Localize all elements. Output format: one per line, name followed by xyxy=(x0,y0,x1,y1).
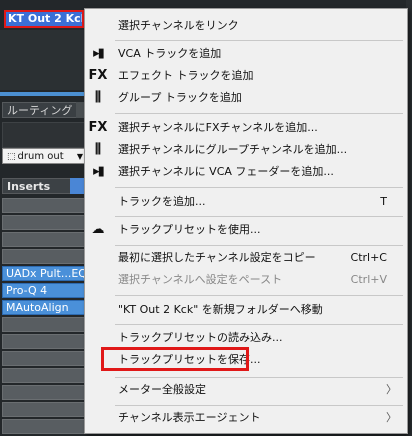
routing-section-header[interactable]: ルーティング xyxy=(2,102,86,118)
input-routing-label: drum out xyxy=(17,151,64,162)
insert-slot[interactable] xyxy=(2,419,88,434)
menu-item-meter-settings[interactable]: メーター全般設定 〉 xyxy=(85,379,407,401)
insert-slot[interactable] xyxy=(2,334,88,349)
insert-slot[interactable] xyxy=(2,351,88,366)
channel-color-strip xyxy=(0,92,90,96)
menu-separator xyxy=(115,40,403,41)
menu-item-link-channels[interactable]: 選択チャンネルをリンク xyxy=(85,15,407,37)
insert-slot[interactable]: Pro-Q 4 xyxy=(2,283,88,298)
menu-item-use-track-preset[interactable]: ☁ トラックプリセットを使用... xyxy=(85,219,407,241)
insert-slot[interactable] xyxy=(2,385,88,400)
menu-separator xyxy=(115,245,403,246)
vca-icon: ▸▮ xyxy=(93,164,105,179)
insert-slot[interactable]: MAutoAlign xyxy=(2,300,88,315)
menu-item-add-group-channel-to-selected[interactable]: ⫼ 選択チャンネルにグループチャンネルを追加... xyxy=(85,139,407,161)
menu-separator xyxy=(115,324,403,325)
highlight-box xyxy=(101,347,249,371)
submenu-arrow-icon: 〉 xyxy=(386,411,397,424)
insert-slot[interactable] xyxy=(2,402,88,417)
insert-slot[interactable] xyxy=(2,249,88,264)
preset-icon: ☁ xyxy=(91,222,105,237)
vca-icon: ▸▮ xyxy=(93,46,105,61)
menu-separator xyxy=(115,187,403,188)
menu-separator xyxy=(115,113,403,114)
menu-item-move-to-new-folder[interactable]: "KT Out 2 Kck" を新規フォルダーへ移動 xyxy=(85,299,407,321)
insert-slot[interactable] xyxy=(2,368,88,383)
context-menu: 選択チャンネルをリンク ▸▮ VCA トラックを追加 FX エフェクト トラック… xyxy=(84,8,408,434)
insert-slot[interactable] xyxy=(2,198,88,213)
input-routing-selector[interactable]: ⬚ drum out ▼ xyxy=(2,148,86,164)
fx-icon: FX xyxy=(88,120,108,135)
menu-item-add-fx-track[interactable]: FX エフェクト トラックを追加 xyxy=(85,65,407,87)
insert-slot[interactable] xyxy=(2,215,88,230)
fx-icon: FX xyxy=(88,68,108,83)
menu-item-copy-settings[interactable]: 最初に選択したチャンネル設定をコピー Ctrl+C xyxy=(85,247,407,269)
menu-separator xyxy=(115,295,403,296)
group-icon: ⫼ xyxy=(95,142,101,157)
menu-item-load-track-preset[interactable]: トラックプリセットの読み込み... xyxy=(85,327,407,349)
menu-separator xyxy=(115,405,403,406)
menu-separator xyxy=(115,377,403,378)
menu-item-add-track[interactable]: トラックを追加... T xyxy=(85,191,407,213)
insert-slot[interactable] xyxy=(2,317,88,332)
insert-slot[interactable] xyxy=(2,232,88,247)
menu-item-add-fx-channel-to-selected[interactable]: FX 選択チャンネルにFXチャンネルを追加... xyxy=(85,117,407,139)
menu-item-paste-settings[interactable]: 選択チャンネルへ設定をペースト Ctrl+V xyxy=(85,269,407,291)
menu-item-add-vca-track[interactable]: ▸▮ VCA トラックを追加 xyxy=(85,43,407,65)
menu-item-channel-view-agent[interactable]: チャンネル表示エージェント 〉 xyxy=(85,407,407,429)
dropdown-arrow-icon: ▼ xyxy=(76,152,83,161)
input-icon: ⬚ xyxy=(7,152,16,162)
submenu-arrow-icon: 〉 xyxy=(386,383,397,396)
channel-header-area xyxy=(0,30,90,90)
routing-area xyxy=(2,122,88,148)
menu-item-add-vca-fader-to-selected[interactable]: ▸▮ 選択チャンネルに VCA フェーダーを追加... xyxy=(85,161,407,183)
group-icon: ⫼ xyxy=(95,90,101,105)
menu-separator xyxy=(115,216,403,217)
menu-item-add-group-track[interactable]: ⫼ グループ トラックを追加 xyxy=(85,87,407,109)
channel-name-header[interactable]: KT Out 2 Kck xyxy=(4,10,84,28)
insert-slot[interactable]: UADx Pult...EQ xyxy=(2,266,88,281)
